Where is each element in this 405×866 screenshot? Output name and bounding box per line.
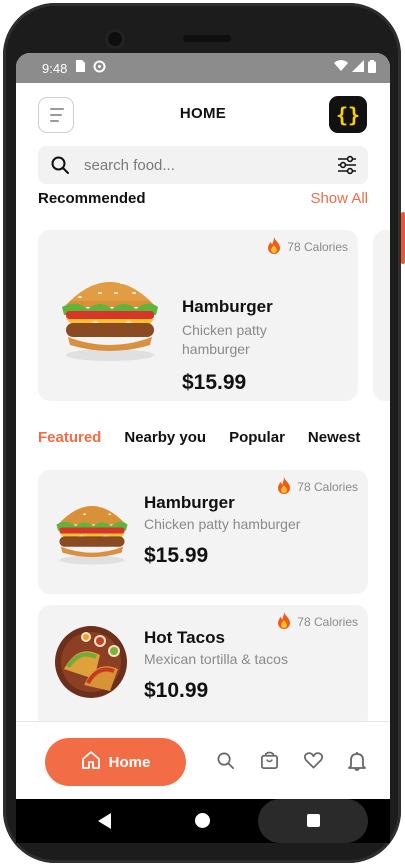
app-screen: 9:48 HOME {} search food... Recommended … xyxy=(16,53,390,799)
front-camera xyxy=(105,29,125,49)
nav-home-label: Home xyxy=(108,753,151,771)
recommended-card[interactable]: 78 Calories Hamburger Chicken patty hamb… xyxy=(38,230,358,401)
back-icon[interactable] xyxy=(98,813,112,833)
fire-icon xyxy=(277,477,291,497)
tab-newest[interactable]: Newest xyxy=(308,429,361,446)
data-saver-icon xyxy=(93,60,106,77)
recommended-title: Recommended xyxy=(38,190,146,207)
calories-text: 78 Calories xyxy=(297,480,358,494)
recommended-card-next[interactable] xyxy=(373,230,390,401)
sim-icon xyxy=(75,60,86,76)
food-name: Hamburger xyxy=(182,297,273,316)
food-price: $10.99 xyxy=(144,679,209,702)
home-circle-icon[interactable] xyxy=(195,813,210,828)
system-navigation-bar xyxy=(16,799,390,843)
food-description-line2: hamburger xyxy=(182,341,250,357)
category-tabs: Featured Nearby you Popular Newest xyxy=(38,429,383,446)
search-input[interactable] xyxy=(84,146,304,184)
hamburger-image xyxy=(56,263,164,367)
side-button xyxy=(401,212,405,264)
fire-icon xyxy=(267,237,281,257)
food-price: $15.99 xyxy=(182,371,247,394)
recents-icon xyxy=(307,814,320,827)
signal-icon xyxy=(352,60,364,76)
recents-button[interactable] xyxy=(258,799,368,843)
calories-info: 78 Calories xyxy=(277,612,358,632)
recommended-header: Recommended Show All xyxy=(38,190,368,207)
wifi-icon xyxy=(334,60,348,76)
app-header: HOME {} xyxy=(16,83,390,147)
list-item[interactable]: 78 Calories Hamburger Chicken patty hamb… xyxy=(38,470,368,594)
food-description: Mexican tortilla & tacos xyxy=(144,651,288,667)
logo-text: {} xyxy=(335,102,361,127)
tab-featured[interactable]: Featured xyxy=(38,429,101,446)
calories-text: 78 Calories xyxy=(287,240,348,254)
calories-info: 78 Calories xyxy=(267,237,348,257)
bottom-navigation: Home xyxy=(16,721,390,799)
brand-logo[interactable]: {} xyxy=(329,96,367,133)
filter-icon[interactable] xyxy=(336,155,358,179)
list-item[interactable]: 78 Calories Hot Tacos Mexican tortilla &… xyxy=(38,605,368,729)
nav-cart-icon[interactable] xyxy=(260,751,279,774)
nav-search-icon[interactable] xyxy=(216,751,235,774)
search-bar xyxy=(38,146,368,184)
calories-text: 78 Calories xyxy=(297,615,358,629)
earpiece-speaker xyxy=(183,35,231,42)
food-description: Chicken patty hamburger xyxy=(144,516,301,532)
show-all-link[interactable]: Show All xyxy=(310,190,368,207)
home-icon xyxy=(81,750,101,774)
food-name: Hamburger xyxy=(144,493,235,512)
hamburger-image xyxy=(52,492,132,570)
food-price: $15.99 xyxy=(144,544,209,567)
nav-home-button[interactable]: Home xyxy=(45,738,186,786)
tab-nearby-you[interactable]: Nearby you xyxy=(124,429,206,446)
status-bar: 9:48 xyxy=(16,53,390,83)
food-name: Hot Tacos xyxy=(144,628,225,647)
search-icon xyxy=(50,155,70,179)
battery-icon xyxy=(368,59,376,77)
calories-info: 78 Calories xyxy=(277,477,358,497)
tab-popular[interactable]: Popular xyxy=(229,429,285,446)
fire-icon xyxy=(277,612,291,632)
tacos-image xyxy=(54,625,128,703)
food-description-line1: Chicken patty xyxy=(182,322,267,338)
nav-favorites-icon[interactable] xyxy=(303,751,324,773)
status-time: 9:48 xyxy=(42,60,68,76)
nav-notifications-icon[interactable] xyxy=(348,751,366,775)
